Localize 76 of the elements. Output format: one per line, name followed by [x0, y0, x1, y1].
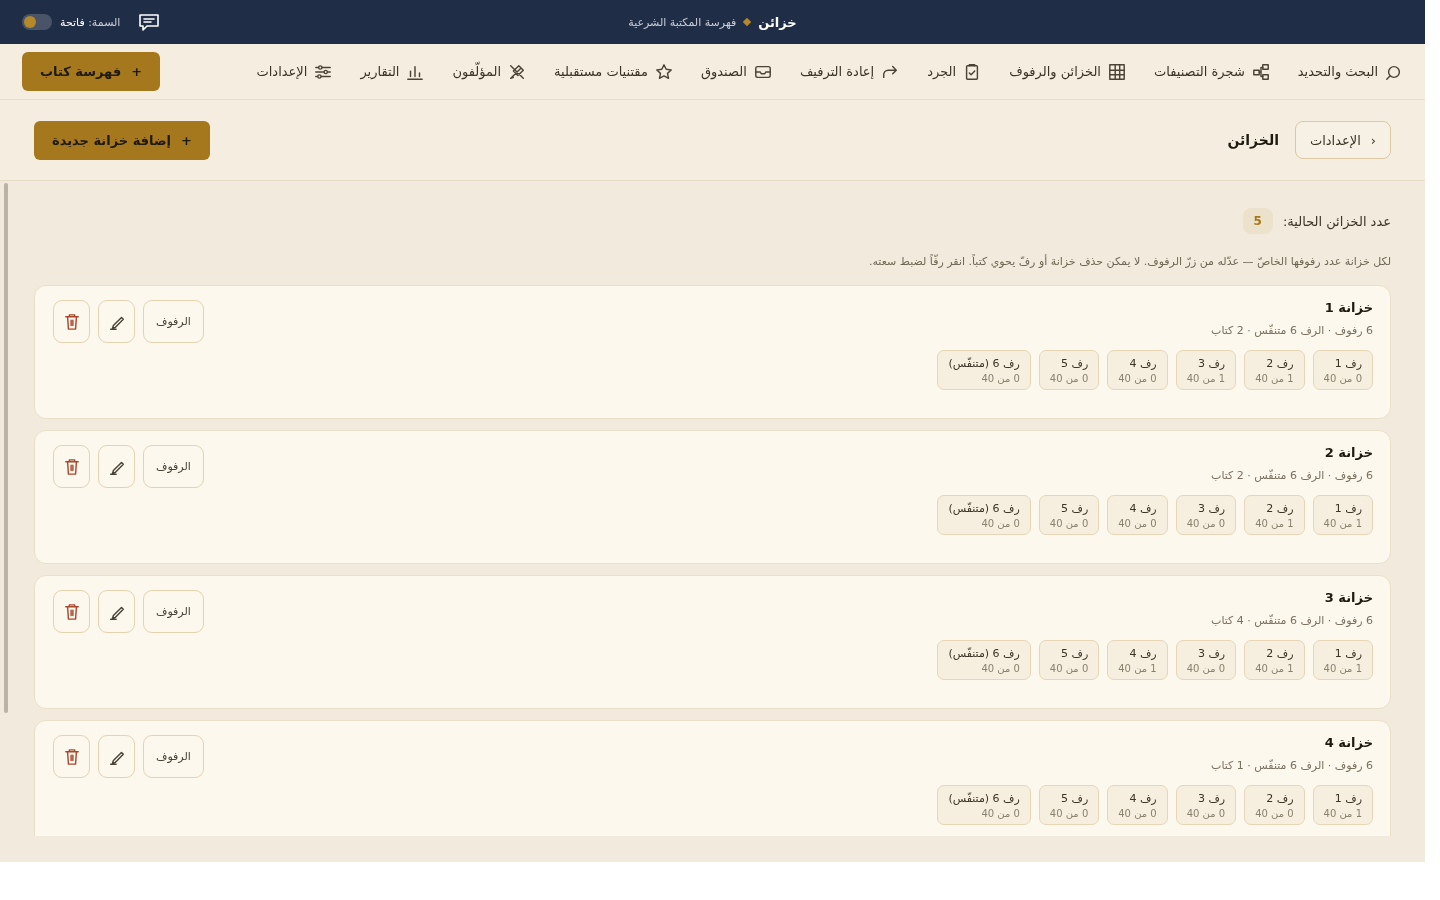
scrollbar[interactable] — [4, 183, 8, 713]
delete-button[interactable] — [53, 300, 90, 343]
nav-item[interactable]: المؤلّفون — [452, 62, 527, 81]
shelf-chip[interactable]: رف 2 1 من 40 — [1244, 640, 1305, 680]
shelf-chip[interactable]: رف 2 1 من 40 — [1244, 350, 1305, 390]
edit-button[interactable] — [98, 590, 135, 633]
shelf-chip[interactable]: رف 1 1 من 40 — [1312, 640, 1373, 680]
catalog-book-button[interactable]: + فهرسة كتاب — [22, 52, 161, 91]
cabinet-summary: 6 رفوف · الرف 6 متنفّس · 4 كتاب — [1210, 614, 1373, 627]
trash-icon — [63, 747, 80, 766]
shelf-chip[interactable]: رف 2 1 من 40 — [1244, 495, 1305, 535]
shelves-button[interactable]: الرفوف — [143, 300, 204, 343]
page-title: الخزائن — [1227, 132, 1279, 148]
shelf-chip[interactable]: رف 1 1 من 40 — [1312, 785, 1373, 825]
app-title: خزائن — [758, 14, 797, 30]
theme-label: السمة: فاتحة — [60, 15, 121, 29]
cabinet-summary: 6 رفوف · الرف 6 متنفّس · 2 كتاب — [1210, 469, 1373, 482]
nav-item[interactable]: إعادة الترفيف — [799, 62, 900, 81]
feather-pen-icon — [508, 62, 527, 81]
shelf-chip[interactable]: رف 5 0 من 40 — [1038, 640, 1100, 680]
delete-button[interactable] — [53, 735, 90, 778]
sliders-icon — [314, 62, 333, 81]
shelf-chip[interactable]: رف 6 (متنفّس) 0 من 40 — [937, 785, 1031, 825]
shelf-chip[interactable]: رف 1 1 من 40 — [1312, 495, 1373, 535]
nav-item[interactable]: الصندوق — [700, 62, 772, 81]
shelf-chip[interactable]: رف 3 1 من 40 — [1175, 350, 1237, 390]
cabinet-summary: 6 رفوف · الرف 6 متنفّس · 2 كتاب — [1210, 324, 1373, 337]
edit-button[interactable] — [98, 445, 135, 488]
shelf-chip[interactable]: رف 5 0 من 40 — [1038, 350, 1100, 390]
delete-button[interactable] — [53, 445, 90, 488]
shelf-chip[interactable]: رف 4 0 من 40 — [1107, 785, 1168, 825]
cabinet-count: 5 — [1242, 208, 1273, 234]
nav-item[interactable]: الجرد — [927, 62, 982, 81]
shelf-chip[interactable]: رف 6 (متنفّس) 0 من 40 — [937, 495, 1031, 535]
shelf-chip[interactable]: رف 3 0 من 40 — [1175, 495, 1237, 535]
cabinet-title: خزانة 1 — [1323, 300, 1373, 315]
cabinet-title: خزانة 3 — [1323, 590, 1373, 605]
shelf-chip[interactable]: رف 4 0 من 40 — [1107, 495, 1168, 535]
trash-icon — [63, 457, 80, 476]
shelf-chip[interactable]: رف 4 0 من 40 — [1107, 350, 1168, 390]
shelf-chip[interactable]: رف 6 (متنفّس) 0 من 40 — [937, 350, 1031, 390]
nav-item[interactable]: شجرة التصنيفات — [1154, 62, 1270, 81]
shelf-chip[interactable]: رف 3 0 من 40 — [1175, 785, 1237, 825]
edit-button[interactable] — [98, 300, 135, 343]
nav-item[interactable]: التقارير — [360, 62, 425, 81]
shelf-chip[interactable]: رف 4 1 من 40 — [1107, 640, 1168, 680]
trash-icon — [63, 312, 80, 331]
nav-item[interactable]: الإعدادات — [256, 62, 333, 81]
nav-item[interactable]: الخزائن والرفوف — [1009, 62, 1126, 81]
nav-item[interactable]: مقتنيات مستقبلية — [554, 62, 673, 81]
app-subtitle: فهرسة المكتبة الشرعية — [628, 15, 737, 29]
delete-button[interactable] — [53, 590, 90, 633]
star-icon — [654, 62, 673, 81]
nav-item[interactable]: البحث والتحديد — [1297, 62, 1403, 81]
cabinet-summary: 6 رفوف · الرف 6 متنفّس · 1 كتاب — [1210, 759, 1373, 772]
cabinet-title: خزانة 2 — [1323, 445, 1373, 460]
hierarchy-icon — [1251, 62, 1270, 81]
trash-icon — [63, 602, 80, 621]
shelf-chip[interactable]: رف 6 (متنفّس) 0 من 40 — [937, 640, 1031, 680]
shelves-button[interactable]: الرفوف — [143, 445, 204, 488]
add-cabinet-button[interactable]: + إضافة خزانة جديدة — [34, 120, 210, 160]
cabinet-title: خزانة 4 — [1323, 735, 1373, 750]
shelves-button[interactable]: الرفوف — [143, 735, 204, 778]
help-text: لكل خزانة عدد رفوفها الخاصّ — عدّله من زرّ الرفوف. لا يمكن حذف خزانة أو رفّ يحوي كتباً. انقر رفّاً لضبط سعته. — [867, 255, 1391, 268]
back-button[interactable]: ‹ الإعدادات — [1294, 121, 1391, 159]
theme-toggle[interactable] — [22, 14, 52, 30]
shelf-chip[interactable]: رف 5 0 من 40 — [1038, 785, 1100, 825]
shelf-chip[interactable]: رف 1 0 من 40 — [1312, 350, 1373, 390]
chat-icon[interactable] — [138, 12, 161, 32]
shelf-chip[interactable]: رف 5 0 من 40 — [1038, 495, 1100, 535]
shelf-chip[interactable]: رف 3 0 من 40 — [1175, 640, 1237, 680]
shelves-button[interactable]: الرفوف — [143, 590, 204, 633]
cabinet-count-label: عدد الخزائن الحالية: — [1282, 213, 1391, 229]
shelf-chip[interactable]: رف 2 0 من 40 — [1244, 785, 1305, 825]
grid-icon — [1108, 62, 1126, 81]
edit-button[interactable] — [98, 735, 135, 778]
